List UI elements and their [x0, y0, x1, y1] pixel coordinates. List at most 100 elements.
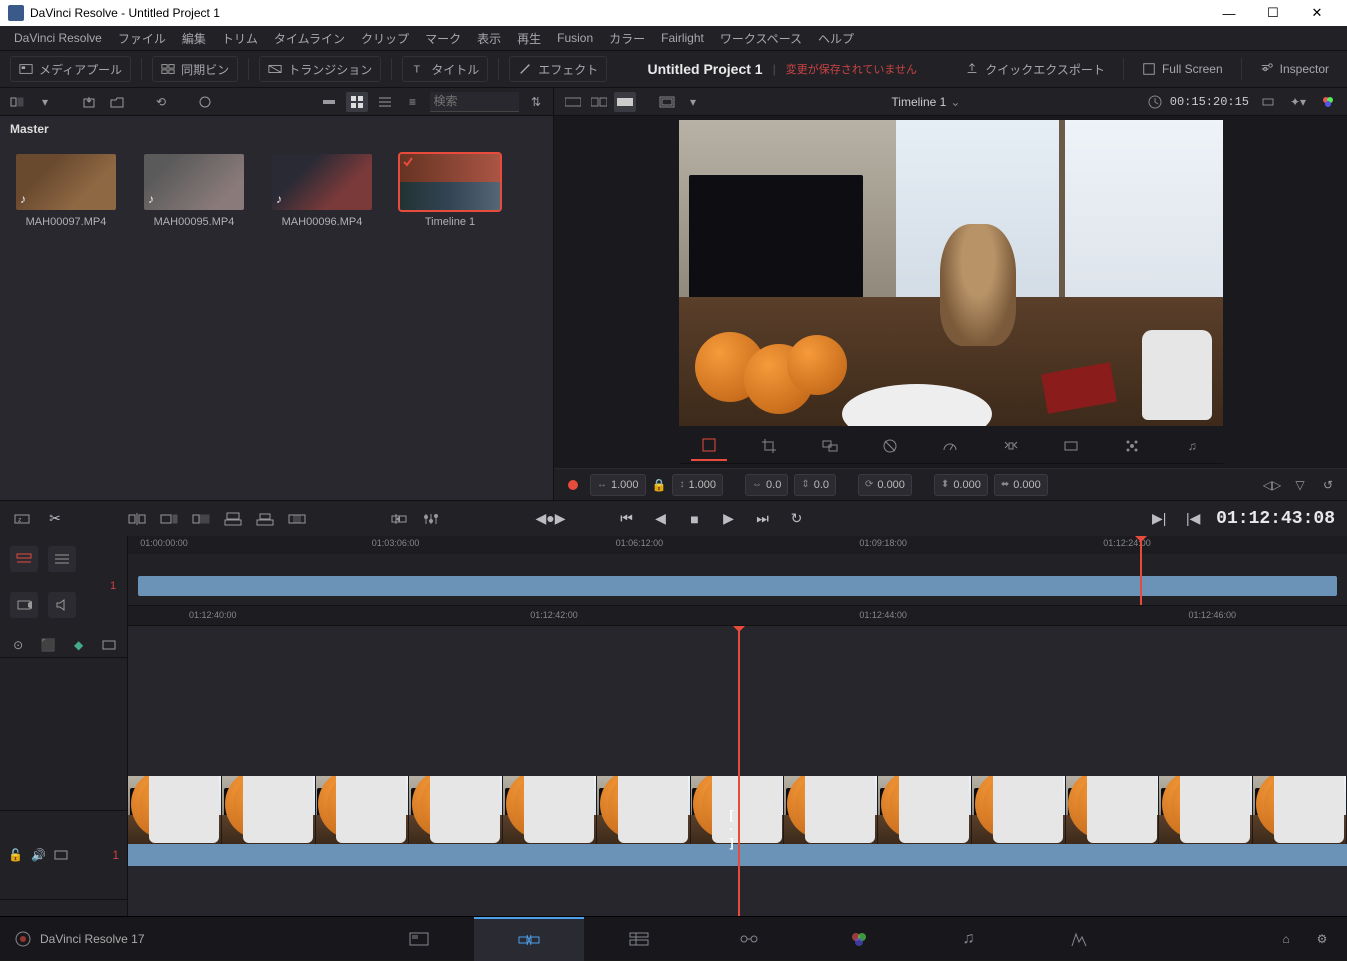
sync-icon[interactable]: ⟲ — [150, 92, 172, 112]
view-strip-icon[interactable] — [318, 92, 340, 112]
timeline-view-b-icon[interactable] — [48, 546, 76, 572]
full-screen-button[interactable]: Full Screen — [1134, 58, 1231, 80]
sort-icon[interactable]: ≡ — [402, 92, 424, 112]
bypass-icon[interactable] — [1257, 92, 1279, 112]
media-item[interactable]: ♪ MAH00096.MP4 — [270, 154, 374, 228]
color-tool-icon[interactable] — [1114, 431, 1150, 461]
lock-track-icon[interactable]: 🔓 — [8, 848, 23, 862]
fast-review-icon[interactable]: ◀●▶ — [540, 508, 562, 530]
track-display-icon[interactable] — [54, 850, 68, 860]
keyframe-record-icon[interactable] — [568, 480, 578, 490]
menu-help[interactable]: ヘルプ — [810, 27, 862, 50]
video-only-icon[interactable] — [10, 592, 38, 618]
play-reverse-icon[interactable]: ◀ — [650, 508, 672, 530]
yaw-field[interactable]: ⬌0.000 — [994, 474, 1048, 496]
close-up-icon[interactable] — [222, 508, 244, 530]
pos-x-field[interactable]: ⇔0.0 — [745, 474, 788, 496]
reset-icon[interactable]: ↺ — [1317, 475, 1339, 495]
detail-playhead[interactable]: [ · ] — [738, 626, 740, 916]
media-item-timeline[interactable]: Timeline 1 — [398, 154, 502, 228]
lock-icon[interactable]: 🔒 — [652, 478, 667, 492]
menu-fusion[interactable]: Fusion — [549, 28, 601, 48]
import-folder-icon[interactable] — [106, 92, 128, 112]
composite-icon[interactable] — [872, 431, 908, 461]
import-media-icon[interactable] — [78, 92, 100, 112]
detail-track-area[interactable]: [ · ] — [128, 626, 1347, 916]
smart-insert-icon[interactable] — [126, 508, 148, 530]
project-manager-icon[interactable]: ⌂ — [1275, 929, 1297, 949]
maximize-button[interactable]: ☐ — [1251, 0, 1295, 26]
transform-tool-icon[interactable] — [691, 431, 727, 461]
overview-playhead[interactable] — [1140, 536, 1142, 605]
playhead-timecode[interactable]: 01:12:43:08 — [1216, 509, 1335, 529]
search-options-icon[interactable]: ⇅ — [525, 92, 547, 112]
bin-master-label[interactable]: Master — [0, 116, 553, 142]
viewer-chevron-icon[interactable]: ▾ — [682, 92, 704, 112]
menu-fairlight[interactable]: Fairlight — [653, 28, 712, 48]
append-icon[interactable] — [158, 508, 180, 530]
menu-edit[interactable]: 編集 — [174, 27, 214, 50]
fairlight-page-tab[interactable]: ♫ — [914, 917, 1024, 961]
timeline-view-a-icon[interactable] — [10, 546, 38, 572]
view-thumb-icon[interactable] — [346, 92, 368, 112]
crop-tool-icon[interactable] — [751, 431, 787, 461]
audio-tool-icon[interactable]: ♫ — [1174, 431, 1210, 461]
pitch-field[interactable]: ⬍0.000 — [934, 474, 988, 496]
media-item[interactable]: ♪ MAH00095.MP4 — [142, 154, 246, 228]
play-icon[interactable]: ▶ — [718, 508, 740, 530]
marker-icon[interactable]: ⬛ — [38, 635, 58, 655]
timeline-overview[interactable]: 01:00:00:00 01:03:06:00 01:06:12:00 01:0… — [128, 536, 1347, 606]
boring-detector-icon[interactable]: z — [12, 508, 34, 530]
cut-page-tab[interactable] — [474, 917, 584, 961]
snap-icon[interactable]: ⊙ — [8, 635, 28, 655]
close-button[interactable]: ✕ — [1295, 0, 1339, 26]
source-viewer-icon[interactable] — [562, 92, 584, 112]
menu-playback[interactable]: 再生 — [509, 27, 549, 50]
stop-icon[interactable]: ■ — [684, 508, 706, 530]
flip-v-icon[interactable]: ▽ — [1289, 475, 1311, 495]
menu-davinci[interactable]: DaVinci Resolve — [6, 28, 110, 48]
menu-workspace[interactable]: ワークスペース — [712, 27, 810, 50]
place-on-top-icon[interactable] — [254, 508, 276, 530]
speed-icon[interactable] — [932, 431, 968, 461]
zoom-w-field[interactable]: ↔1.000 — [590, 474, 646, 496]
mute-track-icon[interactable]: 🔊 — [31, 848, 46, 862]
next-edit-icon[interactable]: ▶| — [1148, 508, 1170, 530]
pos-y-field[interactable]: ⇕0.0 — [794, 474, 836, 496]
overview-ruler[interactable]: 01:00:00:00 01:03:06:00 01:06:12:00 01:0… — [128, 536, 1347, 554]
detail-ruler[interactable]: 01:12:40:00 01:12:42:00 01:12:44:00 01:1… — [128, 606, 1347, 626]
chevron-down-icon[interactable]: ▾ — [34, 92, 56, 112]
timeline-dropdown-icon[interactable]: ⌄ — [950, 95, 960, 109]
fusion-page-tab[interactable] — [694, 917, 804, 961]
go-start-icon[interactable]: ⏮ — [616, 508, 638, 530]
media-pool-button[interactable]: メディアプール — [10, 56, 131, 82]
inspector-button[interactable]: Inspector — [1252, 58, 1337, 80]
rotation-field[interactable]: ⟳0.000 — [858, 474, 912, 496]
color-page-tab[interactable] — [804, 917, 914, 961]
transition-button[interactable]: トランジション — [259, 56, 381, 82]
dual-viewer-icon[interactable] — [588, 92, 610, 112]
resolve-fx-icon[interactable] — [194, 92, 216, 112]
split-clip-icon[interactable]: ✂ — [44, 508, 66, 530]
guide-icon[interactable]: ✦▾ — [1287, 92, 1309, 112]
viewer-area[interactable]: ♫ — [554, 116, 1347, 468]
ripple-overwrite-icon[interactable] — [190, 508, 212, 530]
mixer-icon[interactable] — [420, 508, 442, 530]
clip-view-icon[interactable] — [99, 635, 119, 655]
edit-page-tab[interactable] — [584, 917, 694, 961]
menu-file[interactable]: ファイル — [110, 27, 174, 50]
dynamic-zoom-icon[interactable] — [812, 431, 848, 461]
menu-trim[interactable]: トリム — [214, 27, 266, 50]
stabilize-icon[interactable] — [993, 431, 1029, 461]
overview-clip-bar[interactable] — [138, 576, 1337, 596]
menu-mark[interactable]: マーク — [417, 27, 469, 50]
zoom-h-field[interactable]: ↕1.000 — [672, 474, 723, 496]
prev-edit-icon[interactable]: |◀ — [1182, 508, 1204, 530]
source-overwrite-icon[interactable] — [286, 508, 308, 530]
quick-export-button[interactable]: クイックエクスポート — [957, 57, 1113, 82]
timeline-tracks[interactable]: 01:00:00:00 01:03:06:00 01:06:12:00 01:0… — [128, 536, 1347, 916]
flip-h-icon[interactable]: ◁▷ — [1261, 475, 1283, 495]
menu-color[interactable]: カラー — [601, 27, 653, 50]
loop-icon[interactable]: ↻ — [786, 508, 808, 530]
effect-button[interactable]: エフェクト — [509, 56, 607, 82]
